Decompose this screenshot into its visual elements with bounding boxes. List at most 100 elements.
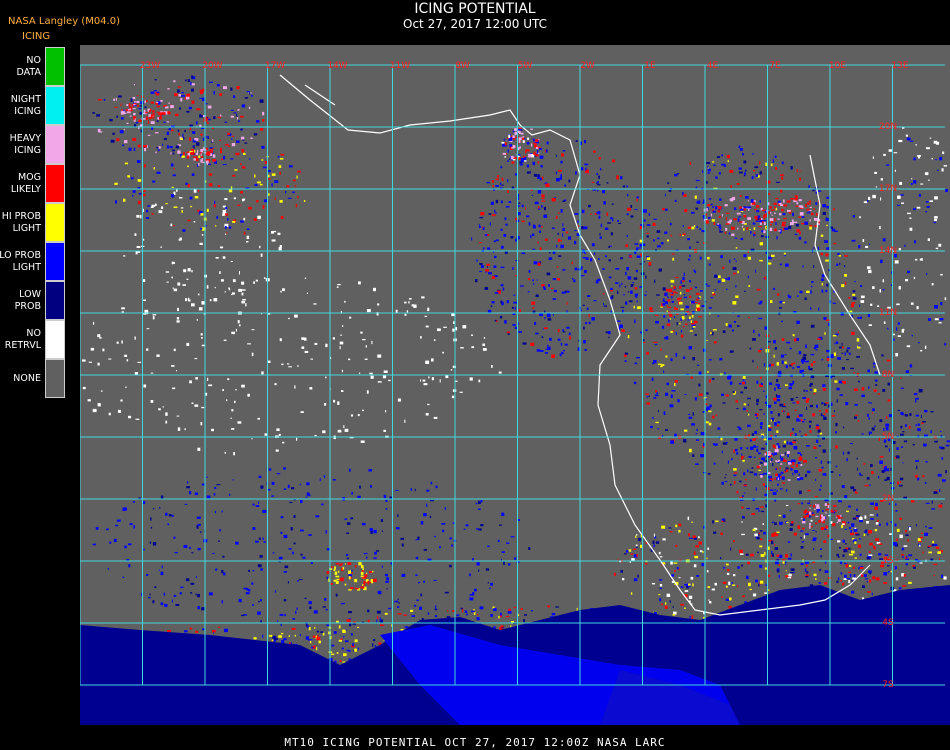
legend-item-mog-likely: MOG LIKELY <box>0 164 66 203</box>
icing-pixel <box>357 495 361 498</box>
icing-pixel <box>633 578 638 582</box>
icing-pixel <box>743 254 747 258</box>
icing-pixel <box>254 184 258 187</box>
icing-pixel <box>767 262 772 265</box>
icing-pixel <box>909 227 913 231</box>
icing-pixel <box>635 544 638 547</box>
icing-pixel <box>227 218 229 221</box>
icing-pixel <box>201 234 204 236</box>
icing-pixel <box>844 528 848 530</box>
icing-pixel <box>596 181 599 184</box>
icing-pixel <box>213 162 216 164</box>
icing-pixel <box>715 205 718 210</box>
icing-pixel <box>858 567 860 570</box>
icing-pixel <box>795 464 798 468</box>
icing-pixel <box>935 546 940 549</box>
icing-pixel <box>762 523 764 525</box>
icing-pixel <box>548 284 550 287</box>
icing-pixel <box>161 206 164 209</box>
icing-pixel <box>748 455 752 458</box>
icing-pixel <box>900 433 904 436</box>
icing-pixel <box>785 489 788 492</box>
icing-pixel <box>759 171 762 175</box>
icing-pixel <box>698 383 701 387</box>
icing-pixel <box>620 176 623 180</box>
icing-pixel <box>787 454 789 458</box>
icing-pixel <box>929 200 933 202</box>
icing-pixel <box>714 582 717 586</box>
icing-pixel <box>775 197 779 200</box>
icing-pixel <box>812 529 815 531</box>
icing-pixel <box>801 216 805 218</box>
icing-pixel <box>348 611 352 614</box>
icing-pixel <box>934 305 938 309</box>
icing-pixel <box>128 564 131 568</box>
icing-pixel <box>161 565 163 569</box>
icing-pixel <box>380 624 384 626</box>
icing-pixel <box>861 574 864 577</box>
icing-pixel <box>120 117 124 120</box>
icing-pixel <box>774 477 776 480</box>
icing-pixel <box>599 236 602 239</box>
icing-pixel <box>127 111 131 114</box>
icing-pixel <box>173 536 176 539</box>
icing-pixel <box>679 291 682 295</box>
icing-pixel <box>773 397 777 401</box>
icing-pixel <box>132 108 136 110</box>
icing-pixel <box>825 409 828 413</box>
icing-pixel <box>760 382 763 386</box>
icing-pixel <box>839 394 843 396</box>
icing-pixel <box>821 289 824 293</box>
icing-pixel <box>756 288 761 291</box>
icing-pixel <box>738 427 742 431</box>
icing-pixel <box>733 481 736 485</box>
icing-pixel <box>770 411 773 414</box>
icing-pixel <box>143 189 146 192</box>
icing-pixel <box>666 305 669 307</box>
icing-pixel <box>858 538 862 540</box>
icing-pixel <box>367 609 370 613</box>
icing-pixel <box>260 568 263 571</box>
icing-pixel <box>323 475 326 478</box>
icing-pixel <box>868 243 870 245</box>
icing-pixel <box>257 417 260 420</box>
icing-pixel <box>200 422 203 426</box>
icing-pixel <box>189 137 192 141</box>
icing-pixel <box>615 282 619 284</box>
icing-pixel <box>257 611 261 615</box>
icing-pixel <box>314 435 317 437</box>
icing-pixel <box>707 168 711 172</box>
icing-pixel <box>234 169 238 171</box>
icing-pixel <box>745 478 747 481</box>
icing-pixel <box>287 581 290 584</box>
icing-pixel <box>292 179 296 182</box>
icing-pixel <box>810 212 814 216</box>
icing-pixel <box>140 214 142 219</box>
icing-pixel <box>939 489 941 492</box>
icing-pixel <box>82 386 86 390</box>
icing-pixel <box>854 489 857 491</box>
icing-pixel <box>789 528 793 532</box>
icing-pixel <box>759 506 764 508</box>
icing-pixel <box>136 215 140 218</box>
icing-pixel <box>287 197 292 199</box>
icing-pixel <box>814 508 816 510</box>
icing-pixel <box>804 568 807 572</box>
icing-pixel <box>920 414 922 418</box>
icing-pixel <box>497 175 499 178</box>
icing-pixel <box>660 348 662 352</box>
icing-pixel <box>792 441 796 444</box>
icing-pixel <box>294 314 298 318</box>
icing-pixel <box>898 484 903 487</box>
icing-pixel <box>185 298 188 302</box>
icing-pixel <box>732 301 737 305</box>
icing-pixel <box>598 175 600 179</box>
icing-pixel <box>156 354 160 357</box>
icing-pixel <box>652 540 655 544</box>
icing-pixel <box>712 161 715 163</box>
icing-pixel <box>500 228 503 231</box>
icing-pixel <box>284 614 287 617</box>
icing-pixel <box>510 155 514 159</box>
icing-pixel <box>837 331 839 333</box>
icing-pixel <box>789 509 792 512</box>
